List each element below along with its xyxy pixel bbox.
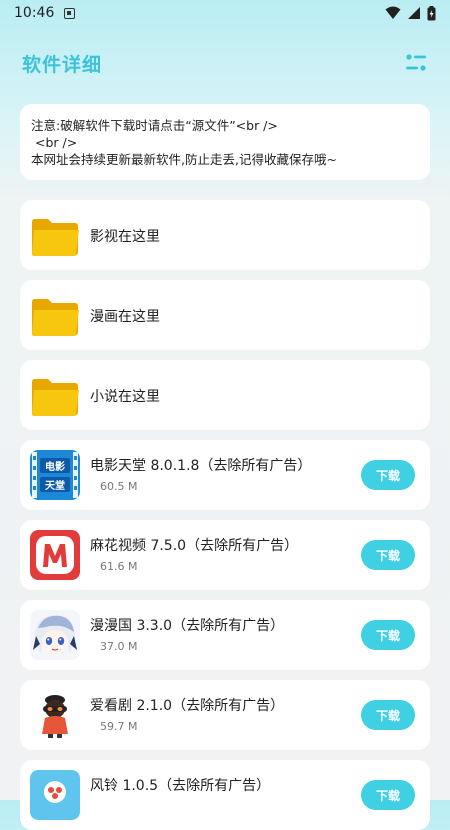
anime-girl-icon — [30, 610, 80, 660]
app-item[interactable]: 爱看剧 2.1.0（去除所有广告） 59.7 M 下载 — [20, 680, 430, 750]
notice-line: 注意:破解软件下载时请点击“源文件”<br /> — [31, 118, 278, 133]
app-item[interactable]: 风铃 1.0.5（去除所有广告） 下载 — [20, 760, 430, 830]
app-size: 60.5 M — [100, 480, 138, 493]
app-size: 59.7 M — [100, 720, 138, 733]
character-icon — [30, 690, 80, 740]
app-name: 麻花视频 7.5.0（去除所有广告） — [90, 538, 299, 554]
download-button[interactable]: 下载 — [361, 700, 415, 730]
folder-item[interactable]: 影视在这里 — [20, 200, 430, 270]
icon-text: 天堂 — [45, 479, 65, 492]
download-button[interactable]: 下载 — [361, 620, 415, 650]
app-item[interactable]: 漫漫国 3.3.0（去除所有广告） 37.0 M 下载 — [20, 600, 430, 670]
folder-label: 漫画在这里 — [90, 309, 160, 325]
app-item[interactable]: 电影 天堂 电影天堂 8.0.1.8（去除所有广告） 60.5 M 下载 — [20, 440, 430, 510]
notification-icon — [64, 7, 76, 19]
app-name: 风铃 1.0.5（去除所有广告） — [90, 778, 271, 794]
download-button[interactable]: 下载 — [361, 540, 415, 570]
battery-icon — [427, 5, 436, 20]
movie-heaven-icon: 电影 天堂 — [30, 450, 80, 500]
folder-icon — [30, 370, 80, 420]
folder-icon — [30, 290, 80, 340]
app-name: 漫漫国 3.3.0（去除所有广告） — [90, 618, 285, 634]
download-button[interactable]: 下载 — [361, 460, 415, 490]
wifi-icon — [385, 6, 401, 19]
folder-label: 小说在这里 — [90, 389, 160, 405]
notice-card: 注意:破解软件下载时请点击“源文件”<br /> <br /> 本网址会持续更新… — [20, 104, 430, 180]
download-button[interactable]: 下载 — [361, 780, 415, 810]
folder-icon — [30, 210, 80, 260]
app-name: 电影天堂 8.0.1.8（去除所有广告） — [90, 458, 312, 474]
folder-item[interactable]: 漫画在这里 — [20, 280, 430, 350]
app-size: 61.6 M — [100, 560, 138, 573]
app-header: 软件详细 — [0, 46, 450, 80]
app-item[interactable]: 麻花视频 7.5.0（去除所有广告） 61.6 M 下载 — [20, 520, 430, 590]
signal-icon — [408, 7, 420, 19]
status-time: 10:46 — [14, 5, 55, 21]
folder-item[interactable]: 小说在这里 — [20, 360, 430, 430]
icon-text: 电影 — [45, 460, 65, 473]
notice-line: 本网址会持续更新最新软件,防止走丢,记得收藏保存哦~ — [31, 152, 337, 167]
fengling-icon — [30, 770, 80, 820]
notice-line: <br /> — [31, 135, 78, 150]
filter-icon — [406, 54, 426, 71]
app-size: 37.0 M — [100, 640, 138, 653]
folder-label: 影视在这里 — [90, 229, 160, 245]
status-bar: 10:46 — [0, 0, 450, 26]
filter-button[interactable] — [404, 51, 428, 75]
mahua-video-icon — [30, 530, 80, 580]
app-name: 爱看剧 2.1.0（去除所有广告） — [90, 698, 285, 714]
page-title: 软件详细 — [22, 53, 103, 76]
